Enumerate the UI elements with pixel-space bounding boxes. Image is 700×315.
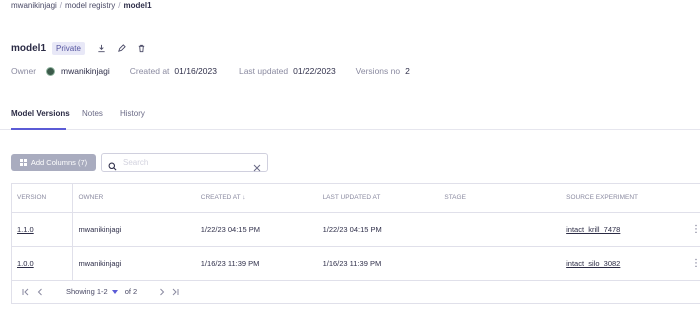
delete-icon[interactable] <box>137 43 147 53</box>
breadcrumb-current: model1 <box>123 1 152 10</box>
column-header-version[interactable]: VERSION <box>12 184 74 213</box>
version-cell: 1.0.0 <box>12 246 74 281</box>
experiment-cell: intact_krill_7478 <box>561 212 686 247</box>
column-header-owner[interactable]: OWNER <box>72 184 196 213</box>
row-actions-cell: ⋮ <box>685 212 700 247</box>
owner-label: Owner <box>11 66 37 76</box>
visibility-badge: Private <box>52 41 85 55</box>
versions-label: Versions no <box>355 66 401 76</box>
column-header-last-updated[interactable]: LAST UPDATED AT <box>317 184 440 213</box>
experiment-cell: intact_silo_3082 <box>561 246 686 281</box>
updated-value: 01/22/2023 <box>293 66 336 76</box>
next-page-icon[interactable] <box>157 287 167 297</box>
created-label: Created at <box>129 66 170 76</box>
version-link[interactable]: 1.1.0 <box>17 225 34 234</box>
model-header: model1 Private <box>11 41 147 55</box>
breadcrumb-separator: / <box>59 1 63 10</box>
created-cell: 1/22/23 04:15 PM <box>195 212 318 247</box>
created-value: 01/16/2023 <box>174 66 217 76</box>
table-toolbar: Add Columns (7) <box>11 153 268 172</box>
last-page-icon[interactable] <box>170 287 180 297</box>
page-total: of 2 <box>124 287 138 296</box>
experiment-link[interactable]: intact_krill_7478 <box>566 225 620 234</box>
model-meta: Owner mwanikinjagi Created at 01/16/2023… <box>11 66 410 76</box>
page-size-select[interactable]: Showing 1-2 <box>66 287 118 296</box>
owner-cell: mwanikinjagi <box>72 246 196 281</box>
table-header-row: VERSION OWNER CREATED AT ↓ LAST UPDATED … <box>12 184 700 213</box>
edit-icon[interactable] <box>117 43 127 53</box>
first-page-icon[interactable] <box>21 287 31 297</box>
chevron-down-icon <box>111 289 118 294</box>
updated-label: Last updated <box>238 66 289 76</box>
search-icon <box>108 158 117 171</box>
column-header-source-experiment[interactable]: SOURCE EXPERIMENT <box>561 184 686 213</box>
breadcrumb-item-model-registry[interactable]: model registry <box>65 1 115 10</box>
version-link[interactable]: 1.0.0 <box>17 259 34 268</box>
table-row[interactable]: 1.0.0 mwanikinjagi 1/16/23 11:39 PM 1/16… <box>12 246 700 281</box>
tab-model-versions[interactable]: Model Versions <box>11 109 70 118</box>
add-columns-button[interactable]: Add Columns (7) <box>11 154 96 171</box>
updated-cell: 1/16/23 11:39 PM <box>317 246 440 281</box>
column-header-actions <box>685 184 700 213</box>
updated-cell: 1/22/23 04:15 PM <box>317 212 440 247</box>
created-cell: 1/16/23 11:39 PM <box>195 246 318 281</box>
search-input[interactable] <box>123 158 253 167</box>
updated-meta: Last updated 01/22/2023 <box>239 66 336 76</box>
prev-page-icon[interactable] <box>35 287 45 297</box>
search-box <box>101 153 268 172</box>
showing-label: Showing 1-2 <box>66 287 108 296</box>
columns-icon <box>19 159 27 166</box>
download-icon[interactable] <box>97 43 107 53</box>
page-title: model1 <box>11 42 47 54</box>
owner-value: mwanikinjagi <box>61 66 110 76</box>
version-cell: 1.1.0 <box>12 212 74 247</box>
add-columns-label: Add Columns (7) <box>30 158 88 167</box>
column-header-created-at[interactable]: CREATED AT ↓ <box>195 184 318 213</box>
clear-search-icon[interactable] <box>253 159 261 171</box>
active-tab-indicator <box>11 128 66 130</box>
owner-cell: mwanikinjagi <box>72 212 196 247</box>
created-meta: Created at 01/16/2023 <box>130 66 217 76</box>
experiment-link[interactable]: intact_silo_3082 <box>566 259 620 268</box>
tab-history[interactable]: History <box>120 109 145 118</box>
more-options-icon[interactable]: ⋮ <box>691 258 700 269</box>
table-row[interactable]: 1.1.0 mwanikinjagi 1/22/23 04:15 PM 1/22… <box>12 212 700 247</box>
breadcrumb-separator: / <box>118 1 121 10</box>
stage-cell <box>439 212 562 247</box>
versions-value: 2 <box>405 66 410 76</box>
breadcrumb-item-owner[interactable]: mwanikinjagi <box>11 1 57 10</box>
breadcrumb: mwanikinjagi / model registry / model1 <box>11 1 152 10</box>
row-actions-cell: ⋮ <box>685 246 700 281</box>
stage-cell <box>439 246 562 281</box>
avatar <box>46 66 56 76</box>
pagination: Showing 1-2 of 2 <box>11 279 700 304</box>
owner-meta: Owner mwanikinjagi <box>11 66 110 76</box>
tab-notes[interactable]: Notes <box>82 109 103 118</box>
column-header-stage[interactable]: STAGE <box>439 184 562 213</box>
more-options-icon[interactable]: ⋮ <box>691 224 700 235</box>
tab-bar: Model Versions Notes History <box>0 100 700 130</box>
versions-meta: Versions no 2 <box>356 66 410 76</box>
